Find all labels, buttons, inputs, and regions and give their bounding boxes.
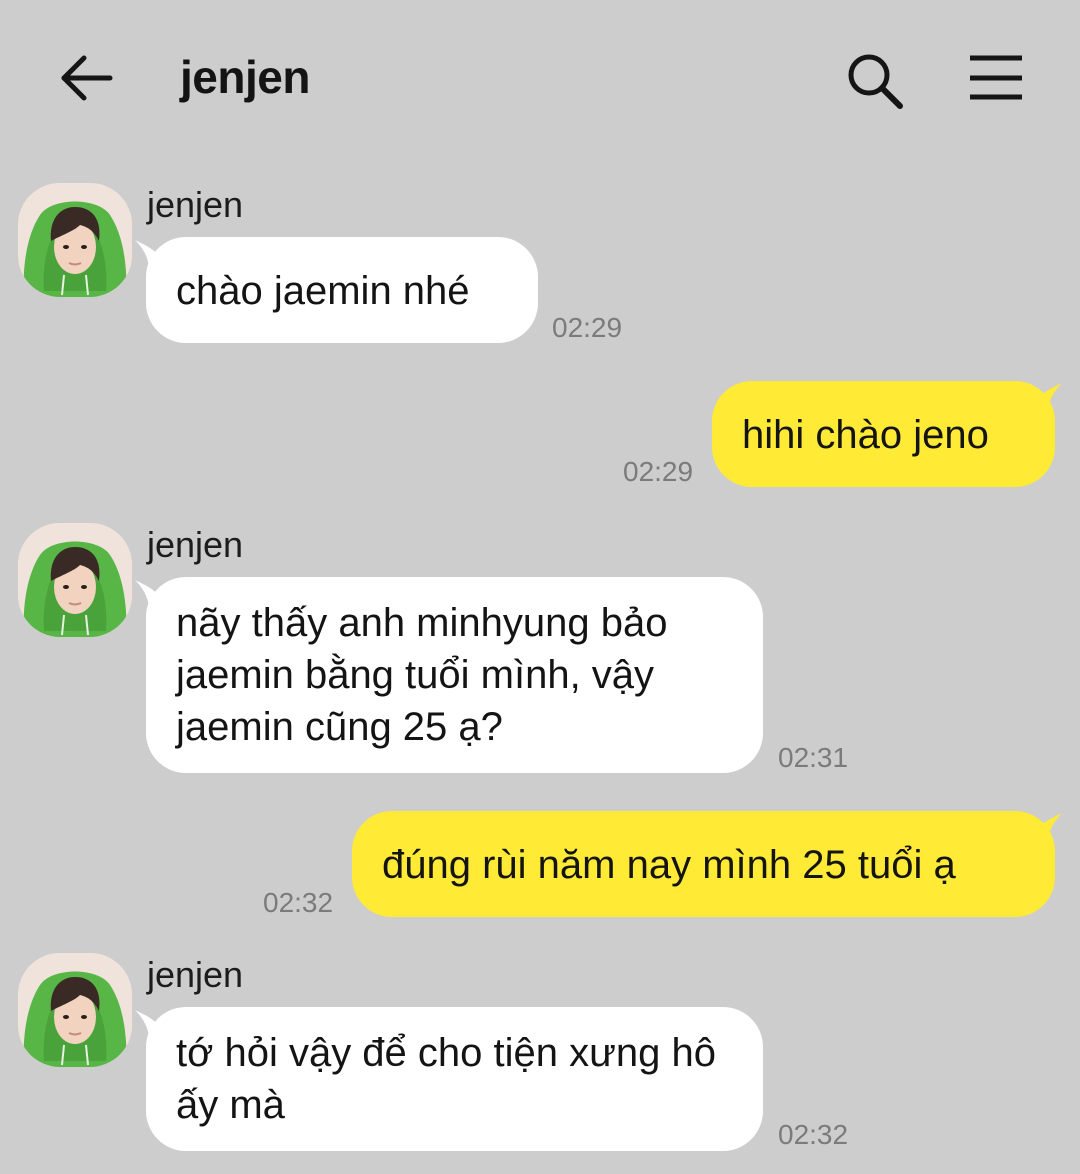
message-time: 02:32: [778, 1119, 849, 1150]
chat-title: jenjen: [180, 51, 310, 103]
message-text: nãy thấy anh minhyung bảo jaemin bằng tu…: [176, 601, 668, 749]
message-time: 02:32: [263, 887, 334, 918]
sender-avatar[interactable]: [18, 183, 132, 297]
hamburger-menu-icon: [970, 55, 1022, 100]
search-button[interactable]: [842, 48, 908, 114]
message-text: đúng rùi năm nay mình 25 tuổi ạ: [382, 843, 956, 887]
sender-name: jenjen: [147, 954, 244, 995]
avatar-image: [18, 183, 132, 297]
message-time: 02:31: [778, 742, 849, 773]
arrow-left-icon: [61, 55, 113, 101]
message-text: chào jaemin nhé: [176, 269, 470, 313]
message-time: 02:29: [552, 312, 623, 343]
chat-header: jenjen: [0, 0, 1080, 160]
bubble-tail: [1032, 383, 1062, 413]
avatar-image: [18, 953, 132, 1067]
sender-avatar[interactable]: [18, 953, 132, 1067]
message-bubble[interactable]: đúng rùi năm nay mình 25 tuổi ạ: [352, 811, 1055, 917]
sender-name: jenjen: [147, 184, 244, 225]
message-text: hihi chào jeno: [742, 413, 989, 457]
message-bubble[interactable]: chào jaemin nhé: [146, 237, 538, 343]
search-icon: [848, 54, 903, 109]
message-text: tớ hỏi vậy để cho tiện xưng hô ấy mà: [176, 1031, 716, 1127]
menu-button[interactable]: [962, 50, 1028, 106]
avatar-image: [18, 523, 132, 637]
message-bubble[interactable]: nãy thấy anh minhyung bảo jaemin bằng tu…: [146, 577, 763, 773]
sender-avatar[interactable]: [18, 523, 132, 637]
bubble-tail: [1032, 813, 1062, 843]
message-bubble[interactable]: hihi chào jeno: [712, 381, 1055, 487]
sender-name: jenjen: [147, 524, 244, 565]
back-button[interactable]: [52, 48, 122, 108]
message-bubble[interactable]: tớ hỏi vậy để cho tiện xưng hô ấy mà: [146, 1007, 763, 1151]
message-time: 02:29: [623, 456, 694, 487]
